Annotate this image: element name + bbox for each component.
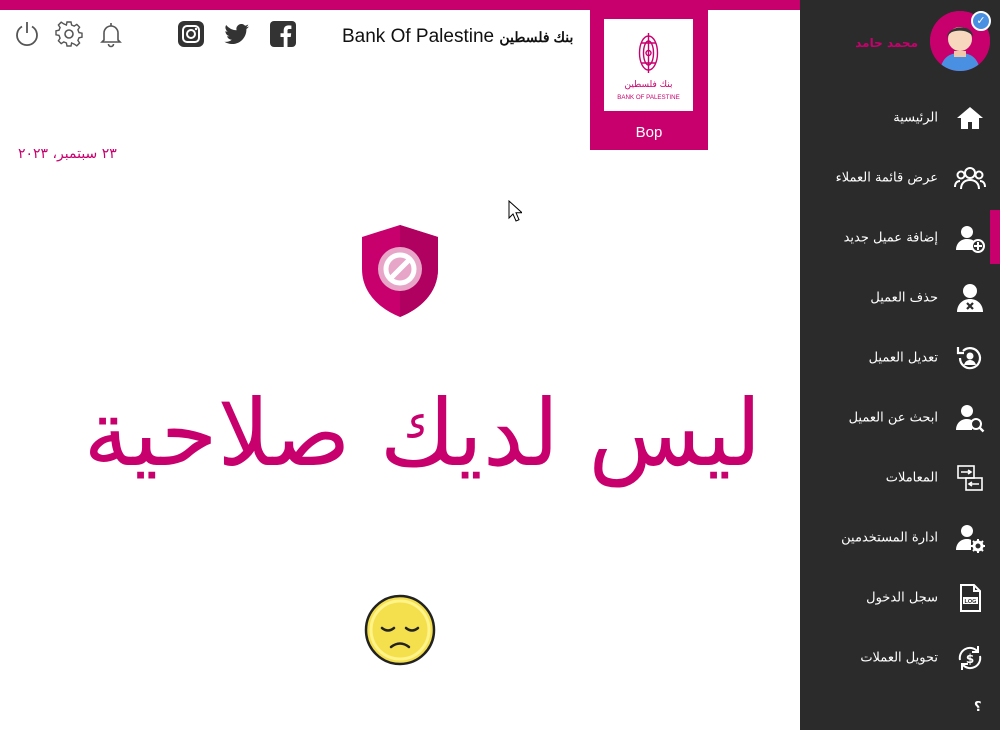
- sad-face-icon: [364, 594, 436, 666]
- sidebar-item-label: إضافة عميل جديد: [843, 230, 938, 246]
- sidebar-item-label: ادارة المستخدمين: [841, 530, 938, 546]
- sidebar-item-label: عرض قائمة العملاء: [835, 170, 938, 186]
- mouse-cursor-icon: [508, 200, 522, 222]
- search-user-icon: [954, 402, 986, 434]
- sidebar-item-user-management[interactable]: ادارة المستخدمين: [800, 508, 1000, 568]
- sidebar-item-label: المعاملات: [885, 470, 938, 486]
- no-permission-message: ليس لديك صلاحية: [83, 380, 762, 487]
- sidebar-item-label: تعديل العميل: [868, 350, 938, 366]
- sidebar-item-label: حذف العميل: [870, 290, 938, 306]
- sidebar-item-login-log[interactable]: سجل الدخول LOG: [800, 568, 1000, 628]
- sidebar-item-search-customer[interactable]: ابحث عن العميل: [800, 388, 1000, 448]
- verified-badge-icon: ✓: [971, 11, 991, 31]
- sidebar-item-home[interactable]: الرئيسية: [800, 88, 1000, 148]
- bell-icon[interactable]: [97, 20, 125, 48]
- edit-user-icon: [954, 342, 986, 374]
- facebook-icon[interactable]: [269, 20, 297, 48]
- instagram-icon[interactable]: [177, 20, 205, 48]
- sidebar-item-label: الرئيسية: [893, 110, 938, 126]
- home-icon: [954, 102, 986, 134]
- power-icon[interactable]: [13, 20, 41, 48]
- sidebar-item-label: تحويل العملات: [860, 650, 938, 666]
- add-user-icon: [954, 222, 986, 254]
- sidebar-item-transactions[interactable]: المعاملات: [800, 448, 1000, 508]
- help-button[interactable]: ؟: [974, 700, 982, 715]
- username: محمد حامد: [855, 36, 918, 50]
- bank-name: Bank Of Palestine بنك فلسطين: [342, 26, 573, 48]
- sidebar-item-delete-customer[interactable]: حذف العميل: [800, 268, 1000, 328]
- bank-name-ar: بنك فلسطين: [499, 29, 574, 45]
- manage-users-icon: [954, 522, 986, 554]
- logo-text-en: BANK OF PALESTINE: [617, 94, 679, 101]
- sidebar-item-currency-exchange[interactable]: تحويل العملات $: [800, 628, 1000, 688]
- sidebar-item-customer-list[interactable]: عرض قائمة العملاء: [800, 148, 1000, 208]
- sidebar-item-add-customer[interactable]: إضافة عميل جديد: [800, 208, 1000, 268]
- bank-logo: بنك فلسطين BANK OF PALESTINE: [604, 19, 693, 111]
- shield-blocked-icon: [362, 225, 438, 317]
- sidebar-item-label: ابحث عن العميل: [848, 410, 938, 426]
- svg-text:LOG: LOG: [965, 599, 977, 605]
- logo-caption: Bop: [635, 124, 663, 141]
- twitter-icon[interactable]: [223, 20, 251, 48]
- gear-icon[interactable]: [55, 20, 83, 48]
- logo-text-ar: بنك فلسطين: [625, 80, 673, 90]
- bank-name-en: Bank Of Palestine: [342, 26, 495, 47]
- users-group-icon: [954, 162, 986, 194]
- logo-card[interactable]: بنك فلسطين BANK OF PALESTINE Bop: [590, 8, 708, 150]
- currency-exchange-icon: $: [954, 642, 986, 674]
- svg-text:$: $: [966, 652, 974, 666]
- delete-user-icon: [954, 282, 986, 314]
- transactions-icon: [954, 462, 986, 494]
- date-label: ٢٣ سبتمبر، ٢٠٢٣: [18, 146, 117, 162]
- sidebar-item-edit-customer[interactable]: تعديل العميل: [800, 328, 1000, 388]
- log-file-icon: LOG: [954, 582, 986, 614]
- sidebar-item-label: سجل الدخول: [866, 590, 938, 606]
